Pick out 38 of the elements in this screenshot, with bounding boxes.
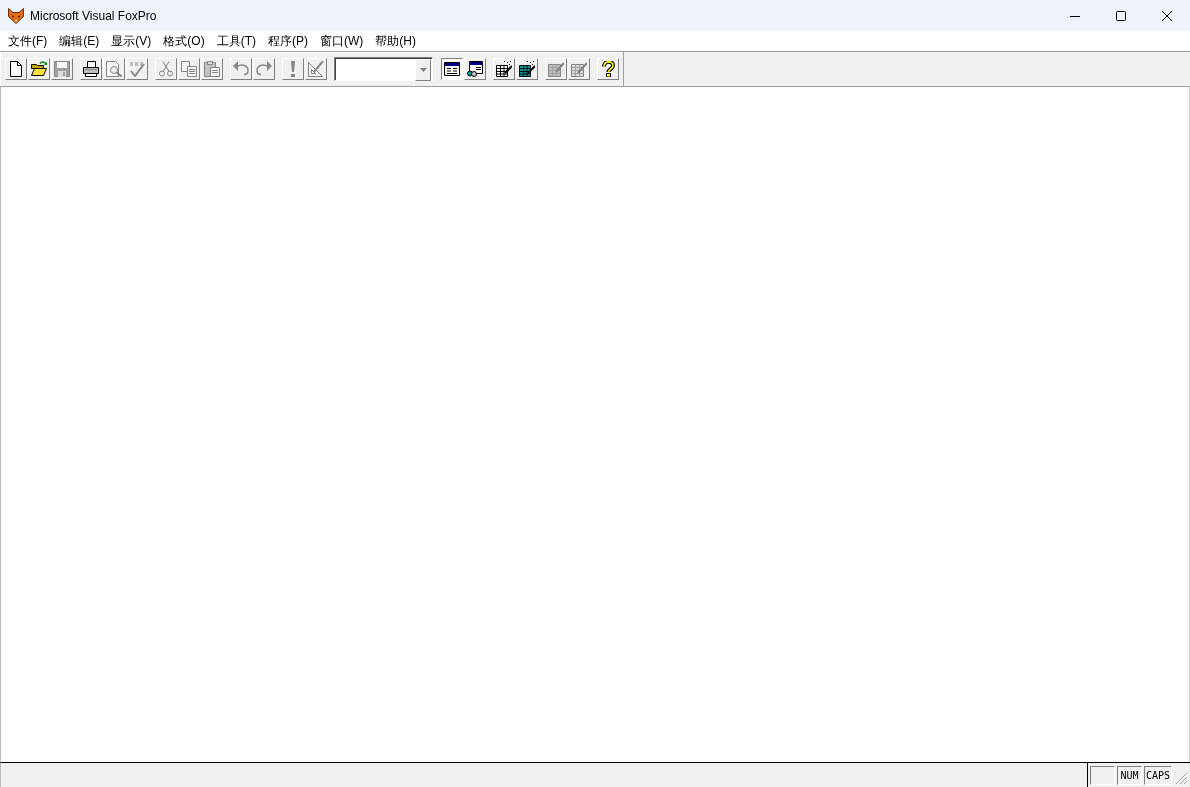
form-shapes-icon bbox=[467, 61, 483, 77]
maximize-icon bbox=[1116, 10, 1126, 21]
help-icon bbox=[600, 61, 616, 77]
status-indicator: NUM bbox=[1116, 765, 1142, 785]
close-icon bbox=[1162, 10, 1172, 21]
new-page-icon bbox=[8, 61, 24, 77]
menu-item[interactable]: 窗口(W) bbox=[314, 31, 370, 51]
menu-item[interactable]: 编辑(E) bbox=[53, 31, 106, 51]
redo-icon bbox=[256, 61, 272, 77]
clipboard-icon bbox=[204, 61, 220, 77]
caret-icon bbox=[419, 68, 427, 72]
fox-icon bbox=[8, 7, 24, 24]
scissors-icon bbox=[158, 61, 174, 77]
folder-icon bbox=[31, 61, 47, 77]
status-indicator: CAPS bbox=[1143, 765, 1172, 785]
dropdown-field[interactable] bbox=[334, 57, 433, 81]
menu-item[interactable]: 帮助(H) bbox=[369, 31, 422, 51]
menu-item[interactable]: 程序(P) bbox=[262, 31, 314, 51]
grid-pencil-icon bbox=[571, 61, 587, 77]
resize-grip-icon[interactable] bbox=[1176, 773, 1188, 785]
menu-item[interactable]: 显示(V) bbox=[105, 31, 158, 51]
dropdown-button[interactable] bbox=[415, 59, 431, 81]
menu-item[interactable]: 工具(T) bbox=[210, 31, 262, 51]
printer-icon bbox=[83, 61, 99, 77]
grid-wand-icon bbox=[519, 61, 535, 77]
toolbar-button[interactable] bbox=[441, 58, 463, 80]
menu-item[interactable]: 格式(O) bbox=[157, 31, 211, 51]
undo-icon bbox=[233, 61, 249, 77]
page-magnifier-icon bbox=[106, 61, 122, 77]
grid-pencil-icon bbox=[548, 61, 564, 77]
ruler-pencil-icon bbox=[308, 61, 324, 77]
copy-icon bbox=[181, 61, 197, 77]
form-icon bbox=[444, 61, 460, 77]
spell-check-icon bbox=[129, 61, 145, 77]
table-wand-icon bbox=[496, 61, 512, 77]
status-panel bbox=[1089, 765, 1115, 785]
window-title: Microsoft Visual FoxPro bbox=[30, 8, 157, 23]
menu-item[interactable]: 文件(F) bbox=[2, 31, 54, 51]
